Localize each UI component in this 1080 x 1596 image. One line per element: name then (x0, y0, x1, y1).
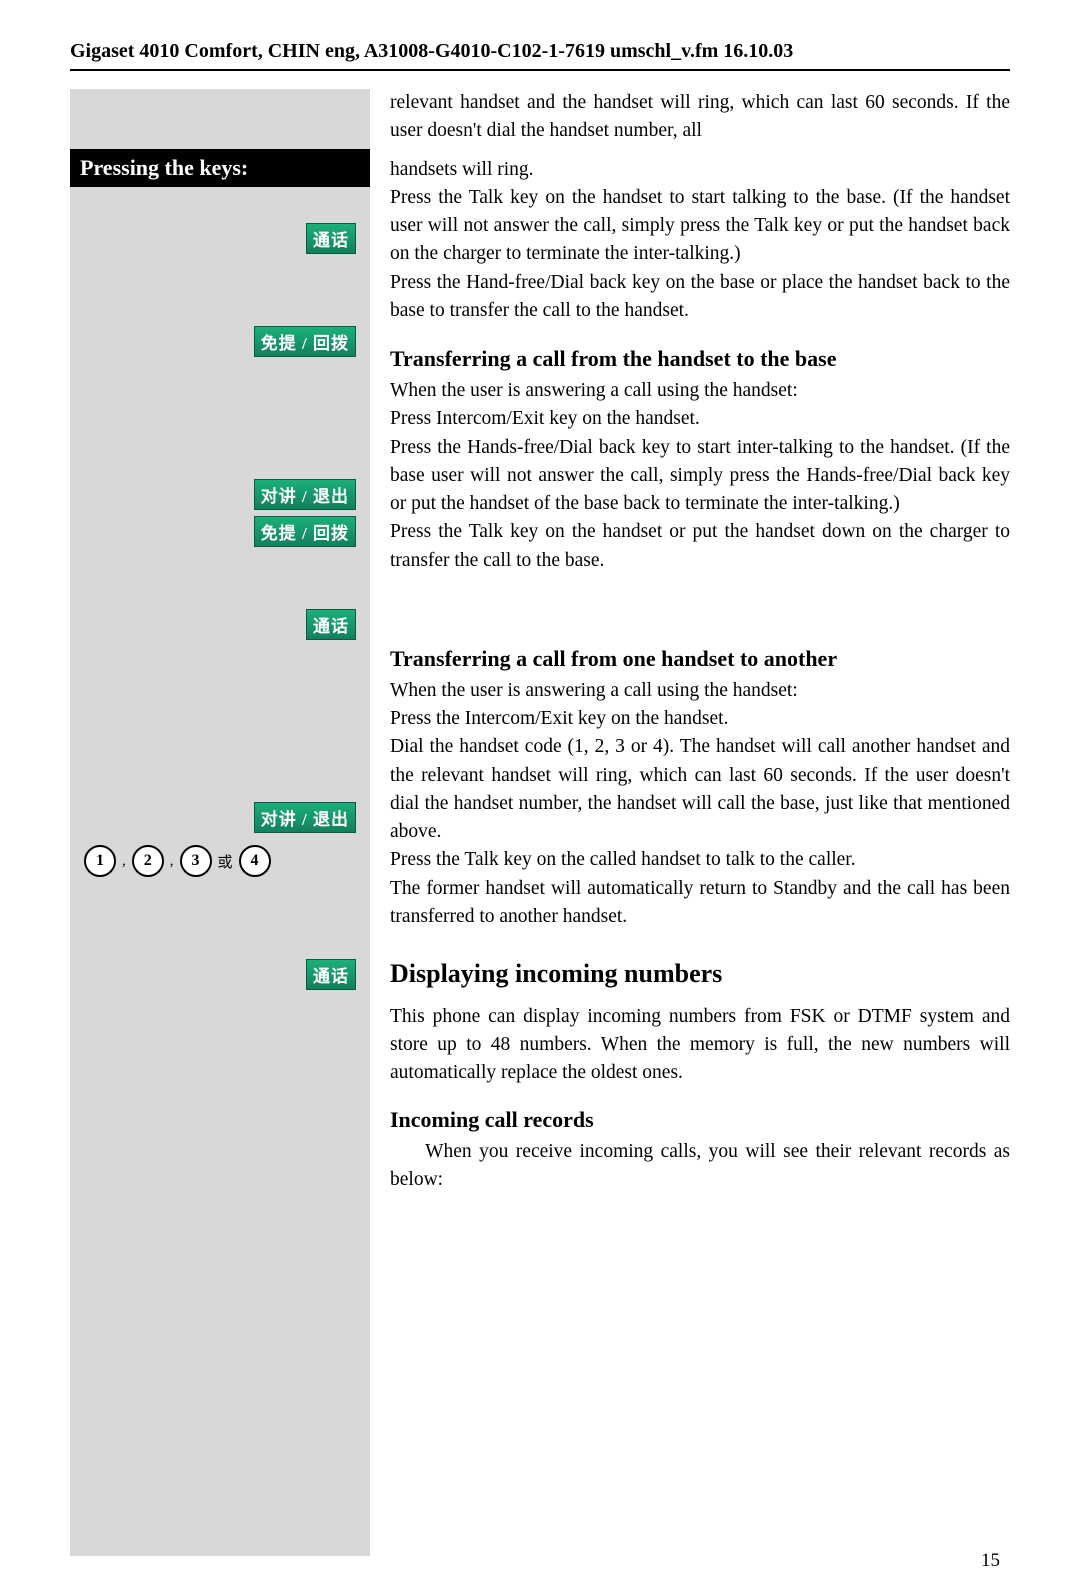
intercom-exit-key-badge: 对讲 / 退出 (254, 479, 356, 510)
handsets-ring-paragraph: handsets will ring. (390, 156, 1010, 184)
subsection-title-incoming-records: Incoming call records (390, 1104, 1010, 1136)
talk-key-badge-3: 通话 (306, 959, 356, 990)
intercom-exit-key-badge-2: 对讲 / 退出 (254, 802, 356, 833)
section-title-displaying-incoming: Displaying incoming numbers (390, 955, 1010, 993)
talk-key-badge-2: 通话 (306, 609, 356, 640)
page-header: Gigaset 4010 Comfort, CHIN eng, A31008-G… (70, 40, 1010, 71)
num-1-icon: 1 (84, 845, 116, 877)
sec2-p4: Press the Talk key on the called handset… (390, 846, 1010, 874)
talk-key-badge: 通话 (306, 223, 356, 254)
or-text: 或 (216, 851, 235, 872)
press-talk-base-paragraph: Press the Talk key on the handset to sta… (390, 184, 1010, 269)
section-title-transfer-handset-base: Transferring a call from the handset to … (390, 343, 1010, 375)
pressing-keys-title: Pressing the keys: (70, 149, 370, 187)
sec1-p2: Press Intercom/Exit key on the handset. (390, 405, 1010, 433)
sec2-p5: The former handset will automatically re… (390, 875, 1010, 932)
handfree-dialback-key-badge-2: 免提 / 回拨 (254, 516, 356, 547)
sec1-p4: Press the Talk key on the handset or put… (390, 518, 1010, 575)
press-handfree-base-paragraph: Press the Hand-free/Dial back key on the… (390, 269, 1010, 326)
handfree-dialback-key-badge: 免提 / 回拨 (254, 326, 356, 357)
sub1-p1: When you receive incoming calls, you wil… (390, 1138, 1010, 1195)
num-2-icon: 2 (132, 845, 164, 877)
sec1-p3: Press the Hands-free/Dial back key to st… (390, 434, 1010, 519)
comma-2: , (168, 853, 176, 870)
comma-1: , (120, 853, 128, 870)
sec2-p2: Press the Intercom/Exit key on the hands… (390, 705, 1010, 733)
num-3-icon: 3 (180, 845, 212, 877)
sec2-p1: When the user is answering a call using … (390, 677, 1010, 705)
section-title-transfer-handset-handset: Transferring a call from one handset to … (390, 643, 1010, 675)
main-content: relevant handset and the handset will ri… (370, 89, 1010, 1556)
intro-paragraph: relevant handset and the handset will ri… (390, 89, 1010, 146)
sidebar: Pressing the keys: 通话 免提 / 回拨 对讲 / 退出 免提… (70, 89, 370, 1556)
sec2-p3: Dial the handset code (1, 2, 3 or 4). Th… (390, 733, 1010, 846)
handset-code-icons: 1 , 2 , 3 或 4 (70, 839, 370, 883)
sec1-p1: When the user is answering a call using … (390, 377, 1010, 405)
sec3-p1: This phone can display incoming numbers … (390, 1003, 1010, 1088)
num-4-icon: 4 (239, 845, 271, 877)
page-number: 15 (981, 1550, 1000, 1572)
